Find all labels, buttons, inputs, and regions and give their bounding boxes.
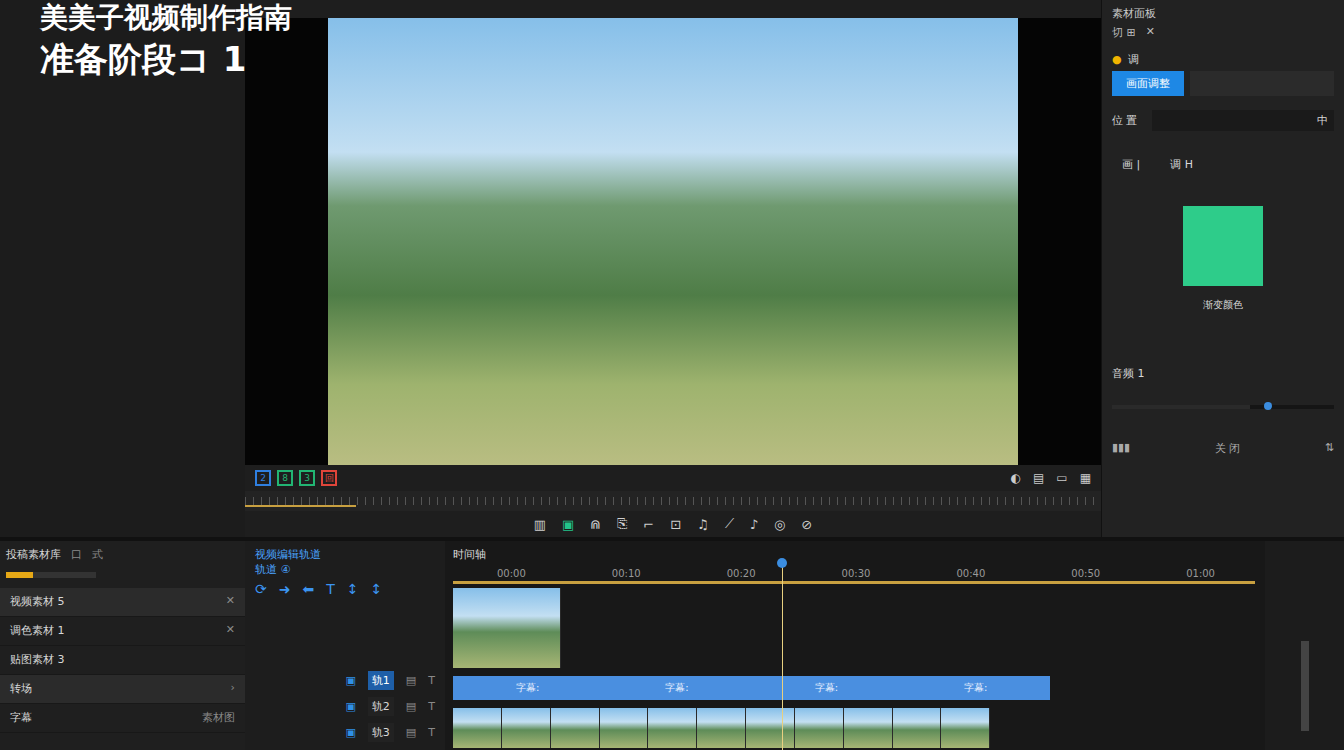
panel-tab[interactable]: ✕ — [1146, 25, 1155, 40]
guide-subtitle: 准备阶段コ 1 — [40, 36, 292, 82]
track-tool[interactable]: ⟳ — [255, 581, 267, 597]
video-clip[interactable] — [453, 588, 561, 668]
caption-clip[interactable]: 字幕:字幕:字幕:字幕: — [453, 676, 1050, 700]
preview-viewer — [245, 18, 1101, 465]
left-panel — [0, 0, 245, 537]
track-tool[interactable]: ➜ — [279, 581, 291, 597]
library-icon[interactable]: 口 — [71, 547, 82, 562]
tool-button[interactable]: ▣ — [562, 517, 574, 532]
playhead[interactable] — [782, 564, 783, 750]
library-item[interactable]: 视频素材 5✕ — [0, 588, 245, 617]
footer-button[interactable]: ▮▮▮ — [1112, 441, 1130, 456]
swatch-label: 渐变颜色 — [1203, 298, 1243, 312]
panel-tab[interactable]: 切 ⊞ — [1112, 25, 1136, 40]
time-ruler[interactable]: 00:0000:1000:2000:3000:4000:5001:00 — [453, 564, 1255, 581]
title-overlay: 美美子视频制作指南准备阶段コ 1 — [40, 0, 292, 82]
thumbnail-clip[interactable] — [453, 708, 990, 748]
adjust-button[interactable]: 画面调整 — [1112, 71, 1184, 96]
badge-label: 调 — [1128, 52, 1139, 67]
library-item[interactable]: 调色素材 1✕ — [0, 617, 245, 646]
library-icon[interactable]: 式 — [92, 547, 103, 562]
tool-button[interactable]: ♪ — [750, 517, 758, 532]
track-tool[interactable]: T — [326, 581, 335, 597]
marker-button[interactable]: 2 — [255, 470, 271, 486]
tool-button[interactable]: ⟋ — [725, 516, 734, 532]
guide-title: 美美子视频制作指南 — [40, 0, 292, 36]
preview-frame — [328, 18, 1018, 465]
footer-button[interactable]: ⇅ — [1325, 441, 1334, 456]
panel-header: 素材面板 — [1112, 6, 1334, 21]
color-swatch[interactable] — [1183, 206, 1263, 286]
tool-button[interactable]: ⌐ — [643, 517, 654, 532]
library-panel: 投稿素材库口式视频素材 5✕调色素材 1✕贴图素材 3转场›字幕素材图 — [0, 541, 245, 750]
view-icon[interactable]: ◐ — [1010, 471, 1020, 485]
position-field[interactable]: 中 — [1152, 110, 1335, 131]
track-headers: 视频编辑轨道轨道 ④ ⟳ ➜ ⬅ T ↕ ↕ ▣轨1▤T▣轨2▤T▣轨3▤T — [245, 541, 445, 750]
property-label: 调 H — [1170, 157, 1193, 172]
track-tool[interactable]: ↕ — [347, 581, 359, 597]
track-header[interactable]: ▣轨1▤T — [255, 667, 435, 693]
tracks-subtitle: 轨道 ④ — [255, 562, 435, 577]
preview-controls: 283回 ◐ ▤ ▭ ▦ — [245, 465, 1101, 491]
tool-button[interactable]: ⎘ — [617, 516, 627, 532]
track-header[interactable]: ▣轨3▤T — [255, 719, 435, 745]
view-icon[interactable]: ▭ — [1056, 471, 1067, 485]
library-title: 投稿素材库 — [6, 547, 61, 562]
tracks-title: 视频编辑轨道 — [255, 547, 435, 562]
preview-scrubber[interactable] — [245, 491, 1101, 511]
properties-panel: 素材面板切 ⊞ ✕ ● 调画面调整位 置中画 | 调 H 渐变颜色音频 1 ▮▮▮ 关 闭 ⇅ — [1101, 0, 1344, 537]
slider-knob[interactable] — [1264, 402, 1272, 410]
tool-button[interactable]: ◎ — [774, 517, 785, 532]
tool-button[interactable]: ⋒ — [590, 517, 601, 532]
audio-slider[interactable] — [1112, 385, 1334, 415]
library-level[interactable] — [6, 572, 96, 578]
vertical-scrollbar[interactable] — [1265, 541, 1344, 750]
preview-area: 283回 ◐ ▤ ▭ ▦ ▥ ▣ ⋒ ⎘ ⌐ ⊡ ♫ ⟋ ♪ ◎ ⊘ — [245, 0, 1101, 537]
property-label: 画 | — [1122, 157, 1140, 172]
marker-button[interactable]: 3 — [299, 470, 315, 486]
library-item[interactable]: 转场› — [0, 675, 245, 704]
footer-button[interactable]: 关 闭 — [1215, 441, 1241, 456]
tool-button[interactable]: ♫ — [697, 517, 709, 532]
badge-icon: ● — [1112, 53, 1122, 66]
track-tool[interactable]: ⬅ — [302, 581, 314, 597]
tool-button[interactable]: ▥ — [534, 517, 546, 532]
track-header[interactable]: ▣轨2▤T — [255, 693, 435, 719]
marker-button[interactable]: 回 — [321, 470, 337, 486]
view-icon[interactable]: ▤ — [1033, 471, 1044, 485]
timeline-title: 时间轴 — [453, 541, 1255, 564]
library-item[interactable]: 贴图素材 3 — [0, 646, 245, 675]
video-editor: 美美子视频制作指南准备阶段コ 1 283回 ◐ ▤ ▭ ▦ ▥ ▣ ⋒ ⎘ ⌐ ⊡ ♫ ⟋ ♪ ◎ ⊘ 素材面板切… — [0, 0, 1344, 750]
tool-button[interactable]: ⊡ — [670, 517, 681, 532]
view-icon[interactable]: ▦ — [1080, 471, 1091, 485]
slider-label: 音频 1 — [1112, 367, 1145, 380]
timeline: 时间轴00:0000:1000:2000:3000:4000:5001:00 字幕… — [445, 541, 1265, 750]
library-item[interactable]: 字幕素材图 — [0, 704, 245, 733]
edit-toolbar: ▥ ▣ ⋒ ⎘ ⌐ ⊡ ♫ ⟋ ♪ ◎ ⊘ — [245, 511, 1101, 537]
field-label: 位 置 — [1112, 113, 1138, 128]
track-tool[interactable]: ↕ — [371, 581, 383, 597]
tool-button[interactable]: ⊘ — [801, 517, 812, 532]
marker-button[interactable]: 8 — [277, 470, 293, 486]
